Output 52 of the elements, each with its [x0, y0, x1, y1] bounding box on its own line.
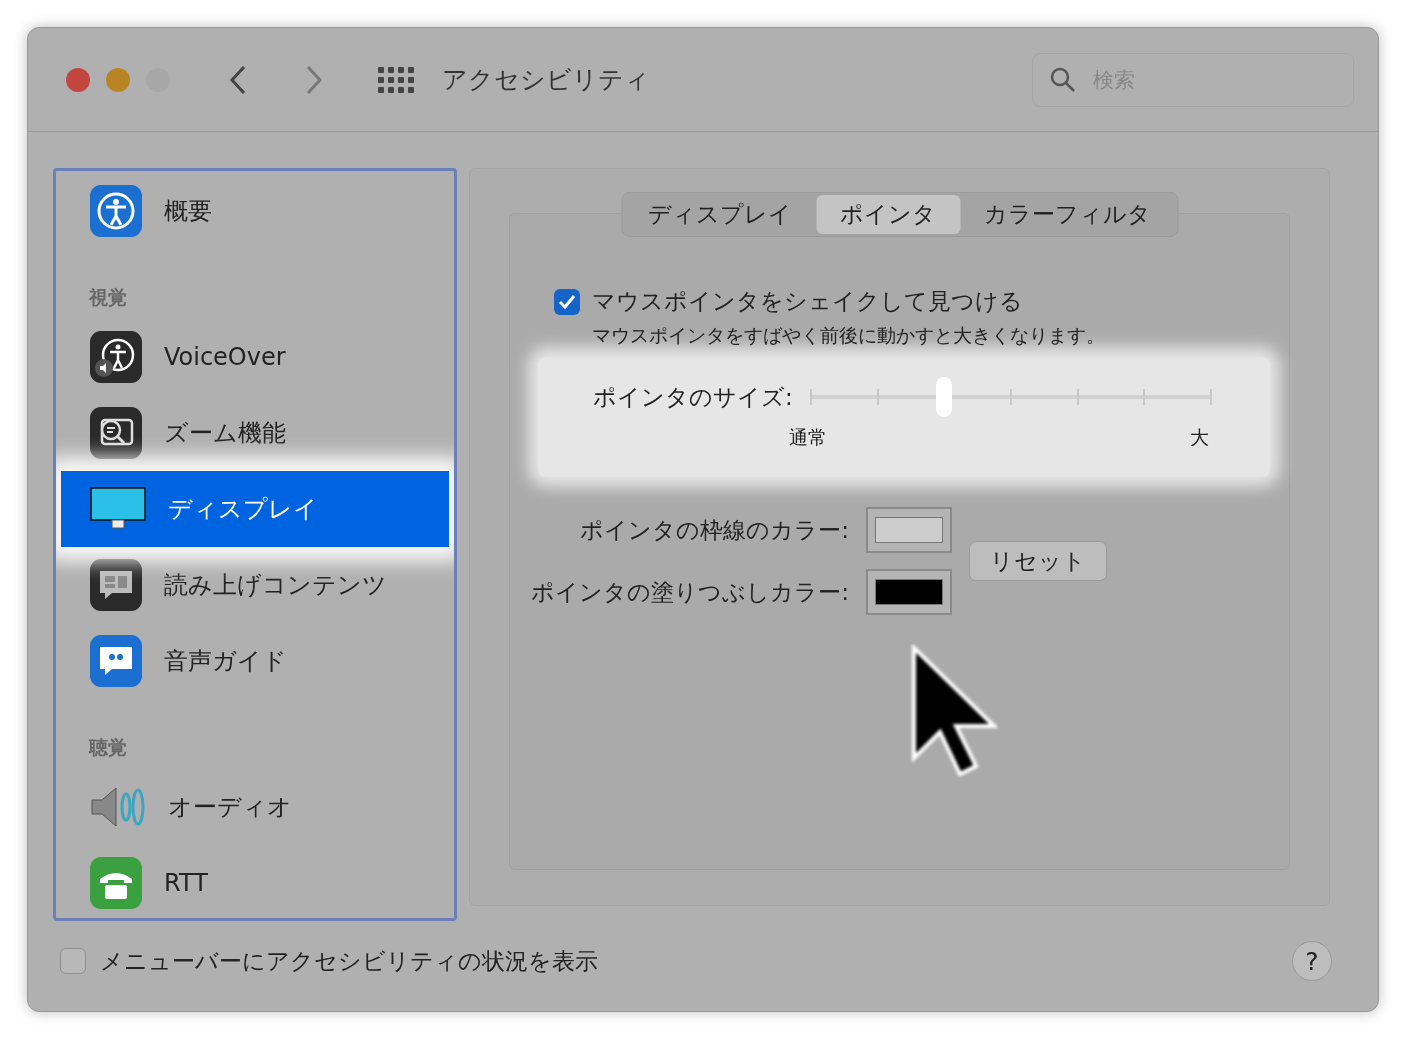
slider-thumb[interactable]: [936, 377, 953, 417]
sidebar-item-label: 概要: [164, 196, 212, 227]
tab[interactable]: カラーフィルタ: [960, 195, 1175, 234]
sidebar-item[interactable]: ズーム機能: [61, 395, 449, 471]
monitor-icon: [90, 487, 146, 531]
sidebar-item-label: ズーム機能: [164, 418, 286, 449]
sidebar-item[interactable]: ディスプレイ: [61, 471, 449, 547]
slider-min-label: 通常: [789, 425, 827, 450]
speaker-person-icon: [90, 331, 142, 383]
quote-bubble-icon: [90, 635, 142, 687]
sidebar-item[interactable]: 読み上げコンテンツ: [61, 547, 449, 623]
checkmark-icon: [558, 293, 576, 310]
close-button[interactable]: [66, 67, 90, 92]
tab[interactable]: ディスプレイ: [624, 195, 816, 234]
help-button[interactable]: ?: [1292, 941, 1332, 981]
checkbox[interactable]: [554, 288, 580, 315]
color-label: ポインタの枠線のカラー:: [579, 515, 849, 545]
sidebar-item-label: RTT: [164, 869, 208, 897]
checkbox-label: マウスポインタをシェイクして見つける: [592, 287, 1023, 316]
color-well[interactable]: [866, 569, 952, 615]
sidebar-item-label: 読み上げコンテンツ: [164, 570, 387, 601]
slider-max-label: 大: [1190, 425, 1209, 450]
color-well[interactable]: [866, 507, 952, 553]
sidebar-item-label: VoiceOver: [164, 343, 286, 371]
magnifier-icon: [90, 407, 142, 459]
accessibility-icon: [90, 185, 142, 237]
slider-label: ポインタのサイズ:: [593, 382, 793, 412]
forward-icon[interactable]: [306, 64, 322, 95]
section-header: 聴覚: [87, 735, 128, 760]
telephone-icon: [90, 857, 142, 909]
section-header: 視覚: [88, 285, 128, 310]
minimize-button[interactable]: [106, 67, 130, 92]
sidebar-item[interactable]: 概要: [61, 173, 449, 249]
grid-icon[interactable]: [378, 66, 414, 93]
tab[interactable]: ポインタ: [816, 195, 960, 234]
checkbox-label: メニューバーにアクセシビリティの状況を表示: [100, 946, 598, 976]
color-label: ポインタの塗りつぶしカラー:: [530, 577, 849, 607]
sidebar-item[interactable]: オーディオ: [61, 769, 449, 845]
description-text: マウスポインタをすばやく前後に動かすと大きくなります。: [592, 323, 1106, 348]
sidebar-item[interactable]: RTT: [61, 845, 449, 918]
search-icon: [1050, 66, 1076, 93]
checkbox[interactable]: [60, 948, 86, 974]
speech-bubble-icon: [90, 559, 142, 611]
speaker-icon: [90, 785, 146, 829]
sidebar-item[interactable]: VoiceOver: [61, 319, 449, 395]
reset-button[interactable]: リセット: [969, 541, 1107, 581]
sidebar-item-label: 音声ガイド: [164, 646, 287, 677]
sidebar-item-label: ディスプレイ: [168, 494, 318, 525]
sidebar-item-label: オーディオ: [168, 792, 292, 823]
sidebar-item[interactable]: 音声ガイド: [61, 623, 449, 699]
back-icon[interactable]: [230, 64, 246, 95]
window-title: アクセシビリティ: [442, 64, 650, 96]
